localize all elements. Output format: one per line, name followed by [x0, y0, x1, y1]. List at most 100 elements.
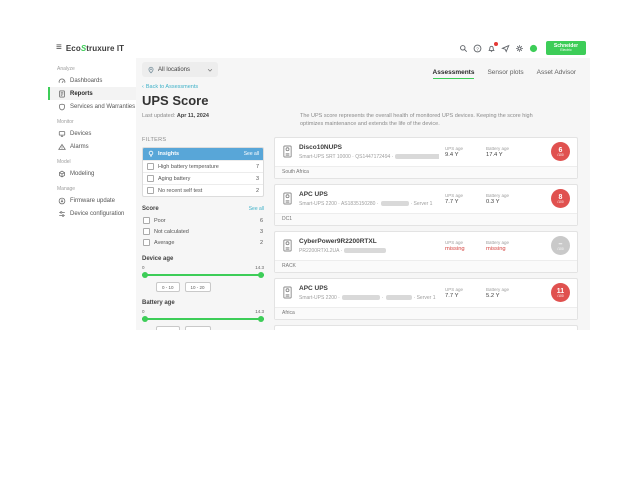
device-list: Disco10NUPSSmart-UPS SRT 10000 · QS14471…: [274, 137, 578, 330]
battery-age-chip-10-20[interactable]: 10 - 20: [185, 326, 211, 330]
score-badge: 6/100: [551, 142, 570, 161]
device-details: Smart-UPS 2200 · AS1835150280 · · Server …: [299, 201, 439, 207]
device-card[interactable]: CyberPower9R2200RTXL PR2200RTXL2UA · UPS a…: [274, 231, 578, 273]
devices-icon: [58, 130, 66, 138]
device-age-slider[interactable]: [142, 271, 264, 278]
device-stats: UPS age9.4 YBattery age17.4 Y: [445, 146, 545, 159]
device-details-text: PR2200RTXL2UA ·: [299, 248, 342, 254]
battery-age-label: Battery age: [486, 287, 514, 292]
sidebar-item-dashboards[interactable]: Dashboards: [48, 74, 136, 87]
checkbox[interactable]: [143, 217, 150, 224]
device-details-text: Smart-UPS 2200 · AS1835150280 ·: [299, 201, 379, 207]
settings-icon[interactable]: [515, 44, 524, 53]
sidebar-item-device-configuration[interactable]: Device configuration: [48, 207, 136, 220]
feedback-icon[interactable]: [501, 44, 510, 53]
redacted-text: [395, 154, 439, 159]
insights-see-all-link[interactable]: See all: [244, 151, 259, 157]
filter-option-count: 3: [260, 229, 263, 235]
sidebar-item-alarms[interactable]: Alarms: [48, 140, 136, 153]
sidebar-item-firmware-update[interactable]: Firmware update: [48, 194, 136, 207]
battery-age-slider[interactable]: [142, 315, 264, 322]
device-age-title: Device age: [142, 256, 264, 262]
device-age-chip-10-20[interactable]: 10 - 20: [185, 282, 211, 292]
redacted-text: [342, 295, 380, 300]
avatar[interactable]: [529, 44, 538, 53]
sidebar-item-label: Reports: [70, 91, 93, 97]
checkbox[interactable]: [147, 163, 154, 170]
battery-age-chip-0-10[interactable]: 0 - 10: [156, 326, 180, 330]
device-age-slider-handle-min[interactable]: [142, 272, 148, 278]
ups-age-stat: UPS age9.4 Y: [445, 146, 473, 159]
battery-age-min: 0: [142, 309, 145, 314]
tab-sensor-plots[interactable]: Sensor plots: [487, 69, 523, 79]
lightbulb-icon: [147, 150, 155, 158]
device-card[interactable]: Disco10NUPSSmart-UPS SRT 10000 · QS14471…: [274, 137, 578, 179]
checkbox[interactable]: [147, 187, 154, 194]
checkbox[interactable]: [143, 228, 150, 235]
ups-age-stat: UPS agemissing: [445, 240, 473, 253]
sidebar-item-label: Device configuration: [70, 211, 124, 217]
menu-icon[interactable]: ≡: [56, 43, 62, 53]
search-icon[interactable]: [459, 44, 468, 53]
battery-age-max: 14.3: [255, 309, 264, 314]
filter-option-label: Aging battery: [158, 176, 190, 182]
device-age-filter: Device age 0 14.3 0 - 1010 - 20: [142, 256, 264, 292]
checkbox[interactable]: [143, 239, 150, 246]
notifications-icon[interactable]: [487, 44, 496, 53]
tab-assessments[interactable]: Assessments: [433, 69, 475, 79]
filter-option-average: Average2: [142, 237, 264, 248]
device-age-chip-0-10[interactable]: 0 - 10: [156, 282, 180, 292]
top-bar-actions: ? Schneider Electric: [459, 41, 586, 55]
ups-age-value: 7.7 Y: [445, 293, 473, 299]
sidebar-item-modeling[interactable]: Modeling: [48, 167, 136, 180]
checkbox[interactable]: [147, 175, 154, 182]
location-pin-icon: [147, 66, 155, 74]
sidebar-item-services-and-warranties[interactable]: Services and Warranties: [48, 100, 136, 113]
sidebar-item-devices[interactable]: Devices: [48, 127, 136, 140]
filter-option-count: 6: [260, 218, 263, 224]
last-updated-date: Apr 11, 2024: [177, 113, 209, 119]
sidebar-section-label: Analyze: [57, 66, 136, 72]
device-card[interactable]: APC UPSSmart-UPS 2200 ··· Server 1UPS ag…: [274, 278, 578, 320]
score-section-header: Score See all: [142, 206, 264, 212]
tab-bar: Assessments Sensor plots Asset Advisor: [433, 69, 578, 79]
sidebar-item-label: Devices: [70, 131, 91, 137]
notification-badge: [494, 42, 498, 46]
device-card[interactable]: VertivGXT4Liebert GXT4 UPS ··UPS age4.9 …: [274, 325, 578, 330]
filter-option-label: Poor: [154, 218, 166, 224]
battery-age-stat: Battery age0.3 Y: [486, 193, 514, 206]
insights-header: Insights See all: [143, 148, 263, 160]
filter-option-label: No recent self test: [158, 188, 202, 194]
device-details-text: · Server 1: [411, 201, 433, 207]
score-denominator: /100: [557, 295, 563, 298]
device-details-text: ·: [382, 295, 384, 301]
location-filter-dropdown[interactable]: All locations: [142, 62, 218, 77]
help-icon[interactable]: ?: [473, 44, 482, 53]
battery-age-slider-handle-max[interactable]: [258, 316, 264, 322]
device-stats: UPS agemissingBattery agemissing: [445, 240, 545, 253]
sidebar: Analyze Dashboards Reports Services and War…: [48, 58, 136, 330]
ups-age-label: UPS age: [445, 146, 473, 151]
schneider-electric-logo[interactable]: Schneider Electric: [546, 41, 586, 55]
app-title: EcoStruxure IT: [66, 44, 124, 53]
tab-asset-advisor[interactable]: Asset Advisor: [537, 69, 576, 79]
device-details-text: · Server 1: [414, 295, 436, 301]
sidebar-item-reports[interactable]: Reports: [48, 87, 136, 100]
device-name: CyberPower9R2200RTXL: [299, 238, 439, 245]
back-link[interactable]: ‹ Back to Assessments: [142, 84, 198, 90]
filter-option-count: 7: [256, 164, 259, 170]
device-row: Disco10NUPSSmart-UPS SRT 10000 · QS14471…: [275, 138, 577, 166]
ups-age-stat: UPS age7.7 Y: [445, 287, 473, 300]
battery-age-slider-handle-min[interactable]: [142, 316, 148, 322]
device-group-label: South Africa: [275, 166, 577, 178]
sidebar-item-label: Modeling: [70, 171, 94, 177]
device-age-slider-handle-max[interactable]: [258, 272, 264, 278]
back-link-label: Back to Assessments: [146, 84, 198, 90]
score-denominator: /100: [557, 154, 563, 157]
score-see-all-link[interactable]: See all: [249, 206, 264, 212]
device-card[interactable]: APC UPSSmart-UPS 2200 · AS1835150280 ·· …: [274, 184, 578, 226]
filter-option-count: 2: [260, 240, 263, 246]
gauge-icon: [58, 77, 66, 85]
ups-age-label: UPS age: [445, 287, 473, 292]
device-details-text: Smart-UPS SRT 10000 · QS1447172494 ·: [299, 154, 393, 160]
